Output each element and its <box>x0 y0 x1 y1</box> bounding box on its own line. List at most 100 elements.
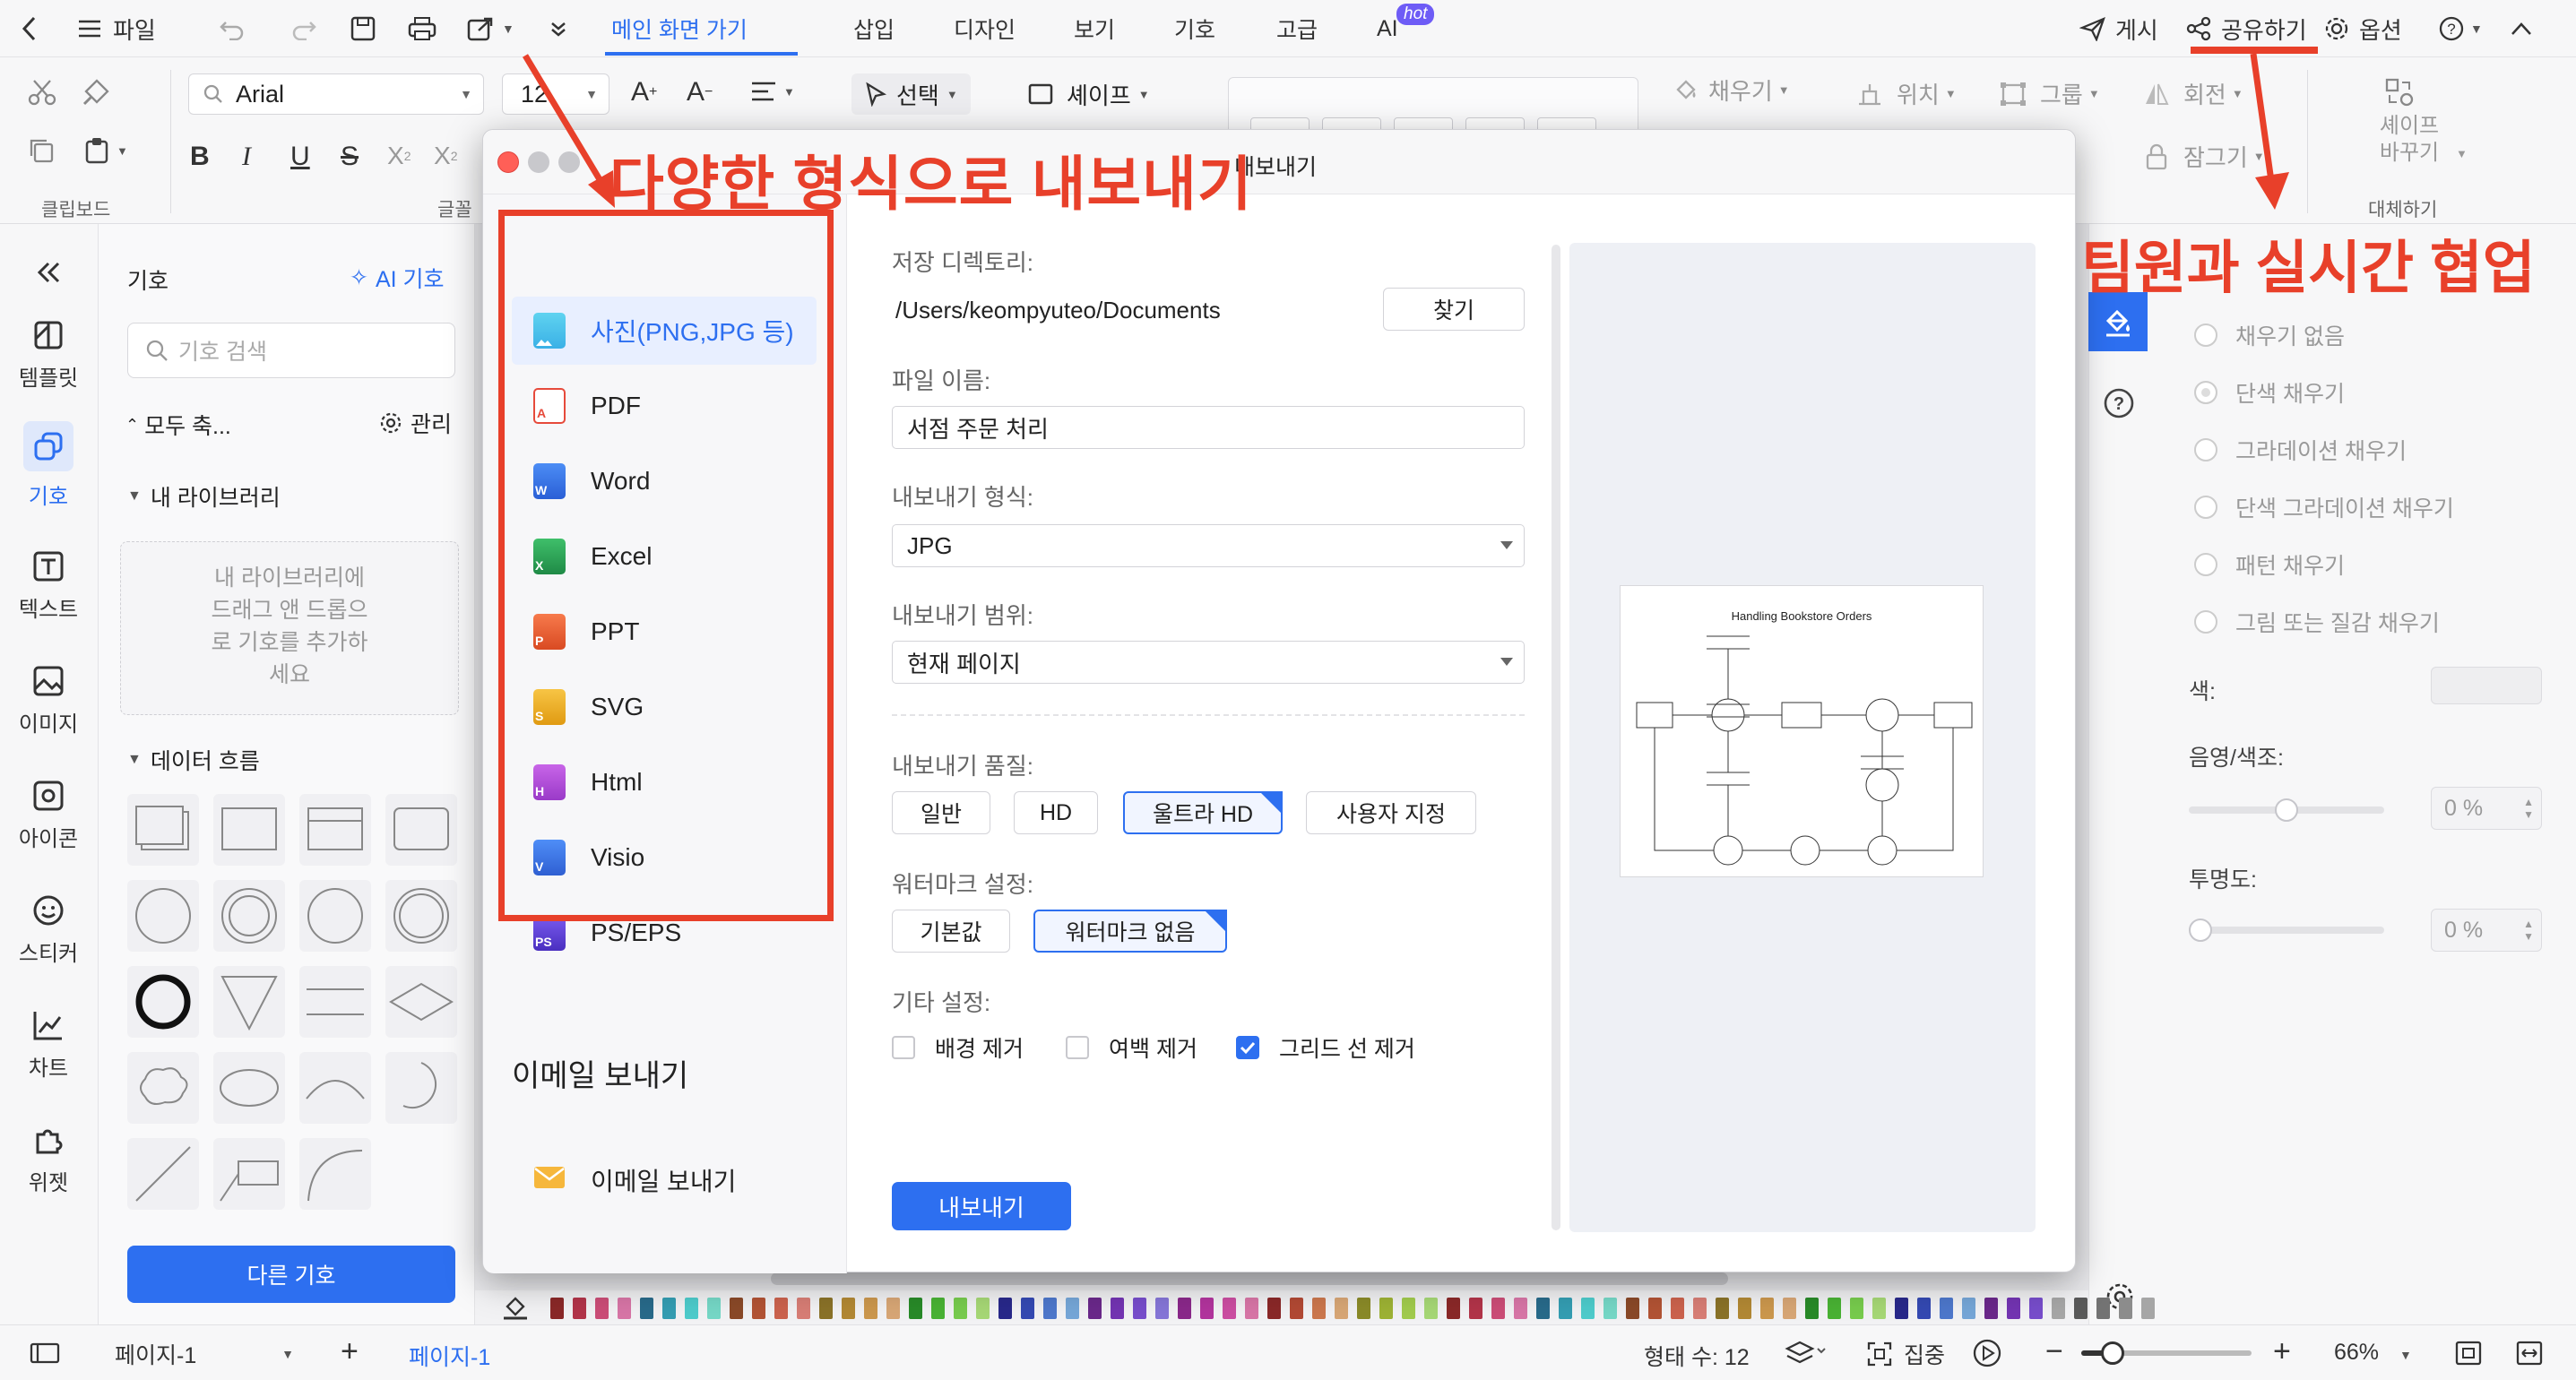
menu-design[interactable]: 디자인 <box>954 0 1016 57</box>
color-swatch[interactable] <box>909 1298 922 1319</box>
color-swatch[interactable] <box>886 1298 900 1319</box>
horizontal-scrollbar[interactable] <box>771 1272 1728 1285</box>
color-swatch[interactable] <box>550 1298 564 1319</box>
undo-icon[interactable] <box>219 0 246 57</box>
fill-option-gradient[interactable]: 그라데이션 채우기 <box>2194 434 2407 466</box>
color-swatch[interactable] <box>1066 1298 1079 1319</box>
color-swatch[interactable] <box>1402 1298 1415 1319</box>
color-swatch[interactable] <box>1043 1298 1057 1319</box>
color-swatch[interactable] <box>2431 667 2542 704</box>
export-button[interactable]: 내보내기 <box>892 1182 1071 1230</box>
add-page-icon[interactable]: + <box>341 1334 359 1369</box>
layers-icon[interactable] <box>1784 1338 1827 1375</box>
position-button[interactable]: 위치 ▼ <box>1855 77 1957 110</box>
symbol-shape[interactable] <box>299 1052 371 1124</box>
color-swatch[interactable] <box>1648 1298 1662 1319</box>
color-swatch[interactable] <box>618 1298 631 1319</box>
color-swatch[interactable] <box>1379 1298 1393 1319</box>
color-swatch[interactable] <box>2052 1298 2065 1319</box>
zoom-out-icon[interactable]: − <box>2045 1334 2063 1369</box>
close-window-icon[interactable] <box>497 151 519 173</box>
color-swatch[interactable] <box>1895 1298 1908 1319</box>
menu-ai[interactable]: AI <box>1377 0 1398 57</box>
watermark-option-none[interactable]: 워터마크 없음 <box>1033 910 1227 953</box>
color-swatch[interactable] <box>1536 1298 1550 1319</box>
fill-option-solid[interactable]: 단색 채우기 <box>2194 376 2345 409</box>
page-tab-active[interactable]: 페이지-1 <box>409 1340 490 1372</box>
color-swatch[interactable] <box>1267 1298 1281 1319</box>
format-painter-icon[interactable] <box>81 77 111 108</box>
filename-input[interactable]: 서점 주문 처리 <box>892 406 1525 449</box>
increase-font-icon[interactable]: A + <box>631 77 657 108</box>
color-swatch[interactable] <box>2029 1298 2043 1319</box>
color-swatch[interactable] <box>1447 1298 1460 1319</box>
color-swatch[interactable] <box>976 1298 990 1319</box>
rail-symbols[interactable]: 기호 <box>0 421 97 510</box>
color-swatch[interactable] <box>595 1298 609 1319</box>
color-swatch[interactable] <box>1962 1298 1975 1319</box>
underline-icon[interactable]: U <box>290 142 310 172</box>
symbol-shape[interactable] <box>213 794 285 866</box>
remove-background-checkbox[interactable]: 배경 제거 <box>892 1031 1024 1064</box>
transparency-slider-handle[interactable] <box>2189 919 2212 942</box>
save-icon[interactable] <box>350 0 376 57</box>
color-swatch[interactable] <box>707 1298 721 1319</box>
help-icon[interactable]: ? ▼ <box>2438 0 2483 57</box>
color-swatch[interactable] <box>1088 1298 1102 1319</box>
color-swatch[interactable] <box>1805 1298 1819 1319</box>
send-email-option[interactable]: 이메일 보내기 <box>512 1146 817 1214</box>
group-button[interactable]: 그룹 ▼ <box>1999 77 2100 110</box>
fill-option-picture[interactable]: 그림 또는 질감 채우기 <box>2194 606 2440 638</box>
rail-images[interactable]: 이미지 <box>0 663 97 737</box>
symbol-shape[interactable] <box>299 880 371 952</box>
shade-slider-handle[interactable] <box>2275 798 2298 822</box>
align-icon[interactable]: ▼ <box>749 79 795 104</box>
options-button[interactable]: 옵션 <box>2323 0 2402 57</box>
redo-icon[interactable] <box>290 0 317 57</box>
symbol-shape[interactable] <box>213 1052 285 1124</box>
color-swatch[interactable] <box>752 1298 765 1319</box>
color-swatch[interactable] <box>1828 1298 1841 1319</box>
subscript-icon[interactable]: X2 <box>434 142 457 170</box>
rail-collapse[interactable] <box>0 254 97 298</box>
color-swatch[interactable] <box>1245 1298 1258 1319</box>
symbol-shape[interactable] <box>299 1138 371 1210</box>
watermark-option-default[interactable]: 기본값 <box>892 910 1010 953</box>
zoom-level[interactable]: 66% ▼ <box>2334 1340 2424 1366</box>
rail-stickers[interactable]: 스티커 <box>0 893 97 967</box>
quality-option-hd[interactable]: HD <box>1014 791 1098 834</box>
color-swatch[interactable] <box>685 1298 698 1319</box>
shape-tool[interactable]: 셰이프 ▼ <box>1027 73 1150 115</box>
color-swatch[interactable] <box>819 1298 833 1319</box>
shade-slider[interactable] <box>2189 798 2384 822</box>
color-swatch[interactable] <box>1626 1298 1639 1319</box>
symbol-shape[interactable] <box>127 880 199 952</box>
collapse-ribbon-icon[interactable] <box>2510 0 2533 57</box>
color-swatch[interactable] <box>1716 1298 1729 1319</box>
color-swatch[interactable] <box>1155 1298 1169 1319</box>
rail-charts[interactable]: 차트 <box>0 1007 97 1082</box>
color-swatch[interactable] <box>1917 1298 1931 1319</box>
menu-symbol[interactable]: 기호 <box>1174 0 1215 57</box>
color-swatch[interactable] <box>797 1298 810 1319</box>
color-swatch[interactable] <box>1693 1298 1707 1319</box>
data-flow-header[interactable]: ▼ 데이터 흐름 <box>127 744 260 776</box>
color-swatch[interactable] <box>640 1298 653 1319</box>
color-swatch[interactable] <box>1290 1298 1303 1319</box>
rail-templates[interactable]: 템플릿 <box>0 317 97 392</box>
print-icon[interactable] <box>407 0 437 57</box>
symbol-shape[interactable] <box>385 880 457 952</box>
play-icon[interactable] <box>1972 1338 2002 1375</box>
fill-option-solid-gradient[interactable]: 단색 그라데이션 채우기 <box>2194 491 2454 523</box>
my-library-header[interactable]: ▼ 내 라이브러리 <box>127 480 281 513</box>
focus-mode-button[interactable]: 집중 <box>1866 1338 1945 1370</box>
color-swatch[interactable] <box>1559 1298 1572 1319</box>
zoom-in-icon[interactable]: + <box>2273 1334 2291 1369</box>
export-icon[interactable]: ▼ <box>466 0 514 57</box>
symbol-shape[interactable] <box>385 794 457 866</box>
fullscreen-icon[interactable] <box>2515 1340 2544 1373</box>
color-swatch[interactable] <box>1021 1298 1034 1319</box>
browse-button[interactable]: 찾기 <box>1383 288 1525 331</box>
zoom-slider[interactable] <box>2081 1341 2252 1365</box>
symbol-shape[interactable] <box>385 966 457 1038</box>
